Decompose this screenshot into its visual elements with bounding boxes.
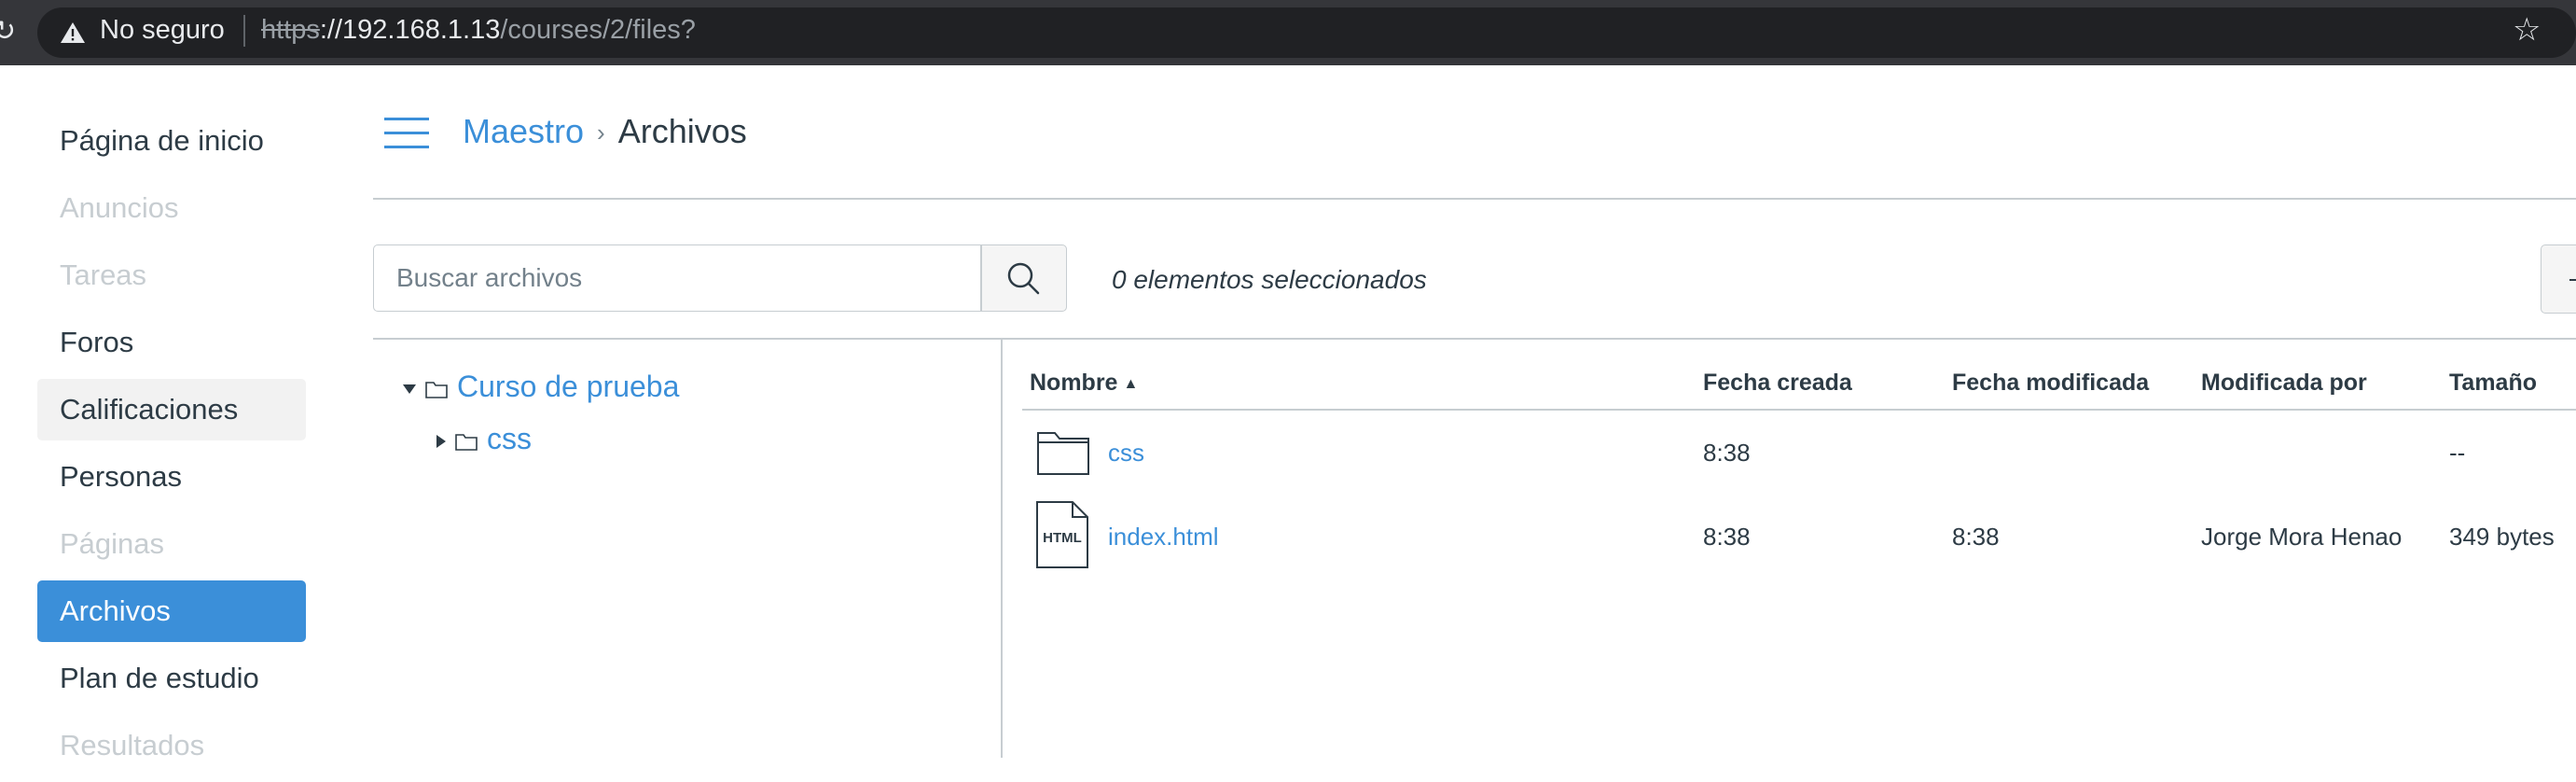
nav-item[interactable]: Plan de estudio [37, 648, 306, 709]
file-size: 349 bytes [2449, 523, 2555, 551]
selected-count: 0 elementos seleccionados [1112, 265, 1427, 294]
modified-time: 8:38 [1952, 523, 2000, 551]
column-header-size[interactable]: Tamaño [2449, 366, 2537, 399]
folder-icon [455, 433, 478, 451]
file-size: -- [2449, 439, 2466, 467]
search-icon [1007, 262, 1040, 295]
tree-item-label[interactable]: css [487, 422, 532, 455]
table-header-divider [1022, 409, 2576, 411]
nav-item[interactable]: Anuncios [37, 177, 306, 239]
created-time: 8:38 [1703, 439, 1751, 467]
breadcrumb: Maestro › Archivos [463, 110, 747, 154]
search-box [373, 244, 981, 312]
column-header-name[interactable]: Nombre ▲ [1030, 366, 1138, 401]
url-host: ://192.168.1.13 [319, 15, 501, 45]
file-type-label: HTML [1043, 530, 1082, 546]
security-label[interactable]: No seguro [100, 11, 225, 49]
tree-item-css[interactable]: css [436, 420, 532, 457]
nav-item[interactable]: Archivos [37, 580, 306, 642]
modified-by: Jorge Mora Henao [2201, 523, 2403, 551]
url-text[interactable]: https://192.168.1.13/courses/2/files? [261, 11, 696, 49]
tree-item-root[interactable]: Curso de prueba [403, 368, 679, 405]
course-navigation: Página de inicio Anuncios Tareas Foros C… [37, 110, 306, 782]
reload-icon[interactable]: ↻ [0, 13, 21, 50]
pane-divider [1001, 340, 1003, 758]
column-header-created[interactable]: Fecha creada [1703, 366, 1852, 399]
caret-down-icon[interactable] [403, 384, 416, 394]
folder-icon [1037, 432, 1089, 475]
sort-ascending-icon: ▲ [1123, 376, 1139, 392]
url-path: /courses/2/files? [500, 15, 696, 45]
search-input[interactable] [374, 245, 958, 311]
column-header-modified-by[interactable]: Modificada por [2201, 366, 2367, 399]
nav-item[interactable]: Resultados [37, 715, 306, 776]
plus-icon [2569, 279, 2576, 281]
add-folder-button[interactable] [2541, 244, 2576, 314]
nav-item[interactable]: Páginas [37, 513, 306, 575]
browser-toolbar: ↻ No seguro https://192.168.1.13/courses… [0, 0, 2576, 65]
divider [243, 15, 245, 47]
warning-icon [61, 22, 85, 43]
tree-item-label[interactable]: Curso de prueba [457, 370, 679, 403]
nav-item[interactable]: Calificaciones [37, 379, 306, 440]
column-label: Nombre [1030, 370, 1118, 396]
breadcrumb-course-link[interactable]: Maestro [463, 112, 584, 150]
hamburger-menu-icon[interactable] [384, 118, 429, 149]
column-header-modified[interactable]: Fecha modificada [1952, 366, 2149, 399]
html-file-icon: HTML [1035, 500, 1089, 569]
search-button[interactable] [981, 244, 1067, 312]
header-divider [373, 198, 2576, 200]
nav-item[interactable]: Página de inicio [37, 110, 306, 172]
created-time: 8:38 [1703, 523, 1751, 551]
chevron-right-icon: › [597, 119, 605, 147]
nav-item[interactable]: Foros [37, 312, 306, 373]
breadcrumb-current: Archivos [617, 112, 747, 150]
nav-item[interactable]: Tareas [37, 244, 306, 306]
url-scheme: https [261, 15, 320, 45]
file-name-link[interactable]: index.html [1108, 520, 1219, 553]
toolbar-divider [373, 338, 2576, 340]
file-name-link[interactable]: css [1108, 436, 1144, 469]
folder-icon [425, 381, 448, 398]
caret-right-icon[interactable] [436, 434, 446, 448]
bookmark-star-icon[interactable]: ☆ [2513, 11, 2541, 49]
nav-item[interactable]: Personas [37, 446, 306, 508]
